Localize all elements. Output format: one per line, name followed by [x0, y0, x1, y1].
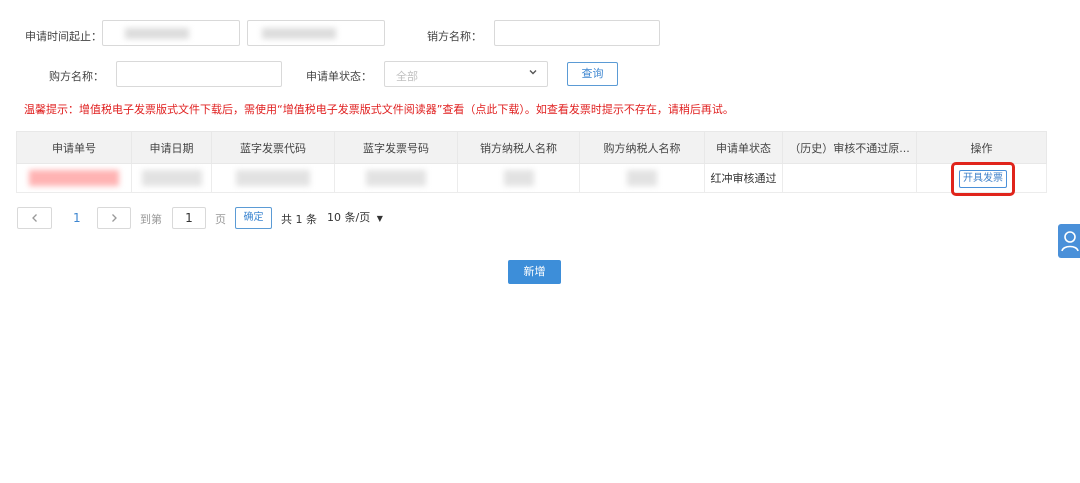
next-page-button[interactable]	[97, 207, 131, 229]
status-select-value: 全部	[396, 70, 418, 83]
caret-down-icon: ▼	[376, 214, 383, 223]
query-button[interactable]: 查询	[567, 62, 618, 86]
chevron-down-icon	[528, 67, 538, 80]
status-label: 申请单状态：	[306, 70, 372, 83]
goto-confirm-button[interactable]: 确定	[235, 207, 272, 229]
application-table: 申请单号 申请日期 蓝字发票代码 蓝字发票号码 销方纳税人名称 购方纳税人名称 …	[16, 131, 1047, 193]
goto-page-input[interactable]: 1	[172, 207, 206, 229]
goto-label: 到第	[140, 213, 162, 226]
table-row: 红冲审核通过	[16, 163, 1047, 193]
warning-notice: 温馨提示：增值税电子发票版式文件下载后，需使用“增值税电子发票版式文件阅读器”查…	[24, 103, 734, 116]
column-header: 销方纳税人名称	[457, 131, 580, 164]
seller-name-input[interactable]	[494, 20, 660, 46]
page-size-value: 10 条/页	[327, 211, 371, 224]
current-page-number[interactable]: 1	[73, 211, 81, 225]
column-header: 申请日期	[131, 131, 212, 164]
application-number-cell	[16, 163, 132, 193]
buyer-name-input[interactable]	[116, 61, 282, 87]
user-icon	[1058, 231, 1080, 261]
rejection-reason-cell	[782, 163, 917, 193]
column-header: 蓝字发票号码	[334, 131, 458, 164]
customer-service-tab[interactable]	[1058, 224, 1080, 258]
application-status-cell: 红冲审核通过	[704, 163, 783, 193]
seller-name-label: 销方名称：	[427, 30, 482, 43]
status-select[interactable]: 全部	[384, 61, 548, 87]
blue-invoice-number-cell	[334, 163, 458, 193]
total-count: 共 1 条	[281, 213, 317, 226]
apply-time-start-input[interactable]	[102, 20, 240, 46]
column-header: 申请单号	[16, 131, 132, 164]
redacted-value	[262, 28, 336, 39]
apply-time-end-input[interactable]	[247, 20, 385, 46]
issue-invoice-button[interactable]: 开具发票	[959, 170, 1007, 188]
blue-invoice-code-cell	[211, 163, 335, 193]
redacted-value	[29, 170, 119, 186]
column-header: 蓝字发票代码	[211, 131, 335, 164]
table-header-row: 申请单号 申请日期 蓝字发票代码 蓝字发票号码 销方纳税人名称 购方纳税人名称 …	[16, 131, 1047, 164]
page-unit-label: 页	[215, 213, 226, 226]
column-header: （历史）审核不通过原...	[782, 131, 917, 164]
column-header: 申请单状态	[704, 131, 783, 164]
column-header: 操作	[916, 131, 1047, 164]
prev-page-button[interactable]	[17, 207, 52, 229]
redacted-value	[141, 170, 202, 186]
chevron-left-icon	[30, 213, 40, 226]
buyer-taxpayer-name-cell	[579, 163, 705, 193]
chevron-right-icon	[109, 213, 119, 226]
buyer-name-label: 购方名称：	[49, 70, 104, 83]
redacted-value	[366, 170, 426, 186]
redacted-value	[627, 170, 657, 186]
redacted-value	[503, 170, 534, 186]
redacted-value	[125, 28, 189, 39]
redacted-value	[236, 170, 310, 186]
page-size-select[interactable]: 10 条/页 ▼	[327, 207, 383, 229]
application-date-cell	[131, 163, 212, 193]
add-button[interactable]: 新增	[508, 260, 561, 284]
apply-time-label: 申请时间起止：	[25, 30, 102, 43]
column-header: 购方纳税人名称	[579, 131, 705, 164]
seller-taxpayer-name-cell	[457, 163, 580, 193]
